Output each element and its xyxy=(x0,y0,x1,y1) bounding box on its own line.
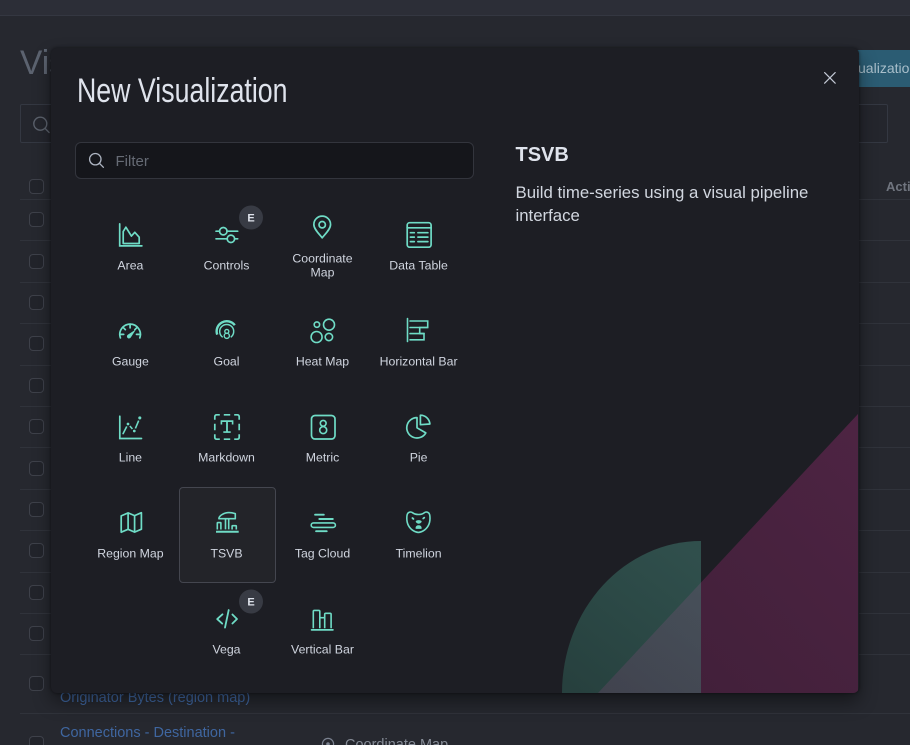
svg-text:Gauge: Gauge xyxy=(112,355,149,369)
svg-text:Pie: Pie xyxy=(410,451,428,465)
svg-text:Heat Map: Heat Map xyxy=(296,355,349,369)
svg-text:Horizontal Bar: Horizontal Bar xyxy=(380,355,458,369)
svg-text:Data Table: Data Table xyxy=(389,259,448,273)
svg-text:Region Map: Region Map xyxy=(97,547,163,561)
svg-text:Line: Line xyxy=(119,451,142,465)
svg-text:Vega: Vega xyxy=(212,643,240,657)
svg-text:Goal: Goal xyxy=(214,355,240,369)
svg-text:Controls: Controls xyxy=(204,259,250,273)
svg-text:Coordinate: Coordinate xyxy=(292,252,352,266)
svg-text:E: E xyxy=(247,213,254,225)
svg-text:Markdown: Markdown xyxy=(198,451,255,465)
svg-text:Tag Cloud: Tag Cloud xyxy=(295,547,351,561)
svg-text:E: E xyxy=(247,597,254,609)
svg-text:TSVB: TSVB xyxy=(210,547,242,561)
svg-text:Area: Area xyxy=(117,259,143,273)
svg-text:Timelion: Timelion xyxy=(396,547,442,561)
svg-text:Map: Map xyxy=(311,266,335,280)
svg-text:Metric: Metric xyxy=(306,451,339,465)
svg-text:Vertical Bar: Vertical Bar xyxy=(291,643,354,657)
